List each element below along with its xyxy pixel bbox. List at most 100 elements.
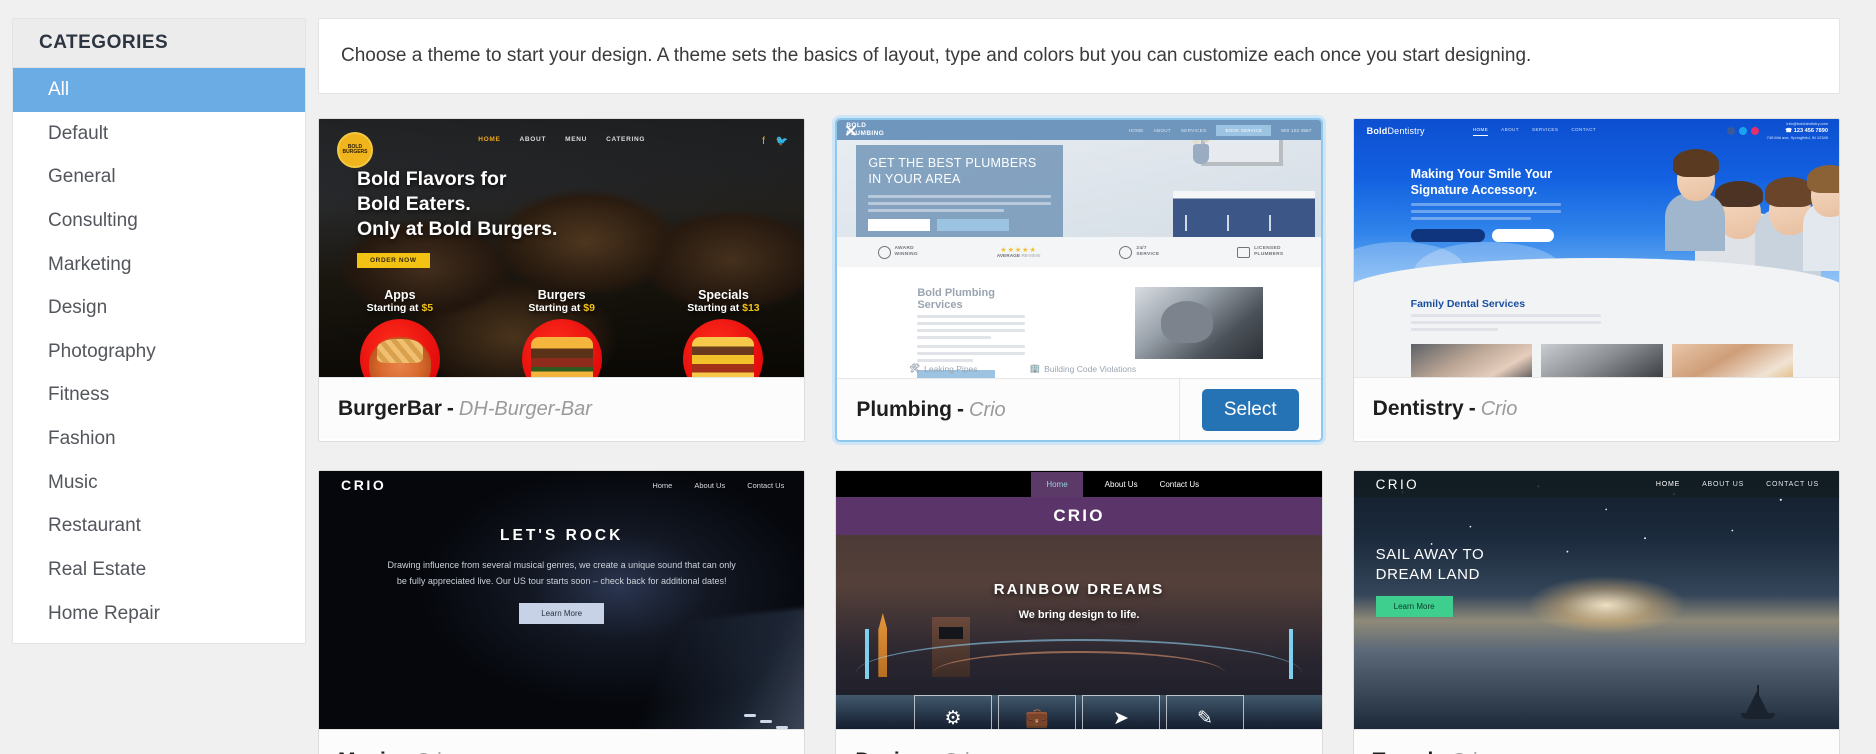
theme-separator: - (1468, 396, 1476, 420)
theme-separator: - (446, 396, 454, 420)
theme-card-travel[interactable]: CRIO HOME ABOUT US CONTACT US SAIL AWAY … (1352, 470, 1840, 754)
book-service-button: BOOK SERVICE (1216, 124, 1272, 136)
sidebar-item-music[interactable]: Music (13, 461, 305, 505)
bridge-pylon-left (865, 629, 870, 679)
theme-gallery: Choose a theme to start your design. A t… (318, 0, 1876, 754)
preview-nav-items: HOME ABOUT MENU CATERING (478, 136, 645, 143)
menu-column-specials: Specials Starting at $13 (643, 288, 805, 377)
select-button[interactable]: Select (1201, 388, 1299, 431)
boy-hair (1673, 149, 1719, 177)
design-nav-items: Home About Us Contact Us (1031, 471, 1199, 497)
nav-services: SERVICES (1531, 126, 1559, 132)
theme-label: Design - Crio (855, 749, 979, 754)
theme-card-dentistry[interactable]: BoldDentistry HOME ABOUT SERVICES CONTAC… (1352, 118, 1840, 442)
nav-about: ABOUT (519, 135, 547, 143)
specials-price: Starting at $13 (643, 302, 805, 314)
review-block: ★★★★★ AVERAGE REVIEW (997, 246, 1041, 259)
music-body: Drawing influence from several musical g… (319, 558, 804, 590)
theme-card-design[interactable]: Home About Us Contact Us CRIO RAINBOW DR… (835, 470, 1323, 754)
family-services-block: Family Dental Services (1410, 298, 1601, 331)
menu-column-apps: Apps Starting at $5 (319, 288, 481, 377)
contact-email: info@bolddentistry.com (1786, 120, 1828, 126)
facebook-icon (1726, 127, 1735, 135)
burgers-photo (521, 319, 602, 377)
design-headline: RAINBOW DREAMS (993, 581, 1165, 598)
instruction-banner: Choose a theme to start your design. A t… (318, 18, 1840, 94)
travel-headline: SAIL AWAY TO DREAM LAND (1376, 545, 1485, 584)
sidebar-item-restaurant[interactable]: Restaurant (13, 504, 305, 548)
dentistry-headline-block: Making Your Smile Your Signature Accesso… (1410, 166, 1561, 242)
plumbing-trust-badges: AWARD WINNING ★★★★★ AVERAGE REVIEW 24/7 … (837, 237, 1321, 267)
instagram-icon (1750, 127, 1759, 135)
categories-panel: CATEGORIES All Default General Consultin… (12, 18, 306, 645)
theme-separator: - (957, 397, 964, 421)
sidebar-item-marketing[interactable]: Marketing (13, 243, 305, 287)
nav-about-us: About Us (694, 480, 726, 490)
father-hair (1715, 181, 1763, 207)
burgers-price: Starting at $9 (481, 302, 643, 314)
crio-logo: CRIO (1053, 506, 1105, 525)
headline-line-1: GET THE BEST PLUMBERS (868, 156, 1037, 170)
feature-building-code-label: Building Code Violations (1044, 363, 1137, 374)
apps-photo (359, 319, 440, 377)
specials-photo (683, 319, 764, 377)
theme-card-music[interactable]: CRIO Home About Us Contact Us LET'S ROCK… (318, 470, 806, 754)
nav-home: HOME (1655, 480, 1681, 488)
theme-card-burgerbar[interactable]: BOLD BURGERS HOME ABOUT MENU CATERING f 🐦 (318, 118, 806, 442)
special-burger-image (692, 336, 755, 377)
headline-line-1: SAIL AWAY TO (1375, 546, 1485, 563)
hero-buttons (868, 218, 1051, 231)
sidebar-item-all[interactable]: All (13, 68, 305, 112)
vase-decor (1187, 128, 1214, 164)
theme-preview-design: Home About Us Contact Us CRIO RAINBOW DR… (836, 471, 1322, 729)
star-rating-icon: ★★★★★ (1000, 246, 1037, 254)
theme-card-plumbing[interactable]: BOLD PLUMBING HOME ABOUT SERVICES BOOK S… (835, 118, 1323, 442)
music-headline: LET'S ROCK (500, 527, 624, 544)
badge-review-line2: REVIEW (1021, 253, 1041, 259)
badge-service-line1: 24/7 (1136, 245, 1147, 251)
gear-icon: ⚙ (913, 695, 992, 729)
sidebar-item-fashion[interactable]: Fashion (13, 417, 305, 461)
badge-award-line1: AWARD (894, 245, 914, 251)
sidebar-item-design[interactable]: Design (13, 286, 305, 330)
boat-hull (1741, 713, 1775, 719)
sidebar-item-general[interactable]: General (13, 155, 305, 199)
sidebar-item-real-estate[interactable]: Real Estate (13, 548, 305, 592)
plumbing-feature-list: 🛠 Leaking Pipes 🏢 Building Code Violations (837, 363, 1320, 374)
theme-card-footer: Plumbing - Crio Select (837, 378, 1321, 440)
crio-logo: CRIO (1375, 476, 1420, 492)
service-tile-1 (1410, 344, 1533, 377)
briefcase-icon: 💼 (997, 695, 1076, 729)
theme-source: Crio (1450, 750, 1487, 754)
dentistry-social-icons (1726, 127, 1759, 135)
sidebar-item-photography[interactable]: Photography (13, 330, 305, 374)
boat-sail-right (1759, 695, 1768, 713)
sidebar-item-home-repair[interactable]: Home Repair (13, 592, 305, 636)
theme-name: BurgerBar (338, 396, 442, 420)
music-learn-more-button: Learn More (519, 602, 605, 624)
theme-label: Plumbing - Crio (856, 398, 1005, 422)
badge-award-line2: WINNING (894, 252, 918, 257)
dentistry-service-tiles (1410, 344, 1794, 377)
theme-name: Plumbing (856, 397, 952, 421)
nav-home: Home (1031, 471, 1083, 497)
nav-about-us: About Us (1104, 479, 1138, 489)
headline-line-2: Signature Accessory. (1410, 183, 1538, 198)
theme-preview-travel: CRIO HOME ABOUT US CONTACT US SAIL AWAY … (1353, 471, 1839, 729)
sidebar-item-default[interactable]: Default (13, 112, 305, 156)
theme-preview-burgerbar: BOLD BURGERS HOME ABOUT MENU CATERING f 🐦 (319, 119, 805, 377)
sidebar-item-consulting[interactable]: Consulting (13, 199, 305, 243)
apps-price-prefix: Starting at (366, 302, 419, 314)
badge-award-text: AWARD WINNING (895, 246, 918, 258)
sidebar-item-fitness[interactable]: Fitness (13, 373, 305, 417)
hero-book-button (937, 218, 1010, 231)
logo-light: Dentistry (1387, 126, 1425, 136)
theme-name: Dentistry (1372, 396, 1464, 420)
clock-icon (1119, 245, 1133, 259)
nav-services: SERVICES (1180, 127, 1207, 133)
theme-card-footer: Music - Crio (319, 729, 805, 754)
headline-body-placeholder (1410, 202, 1561, 220)
boat-mast (1757, 685, 1759, 715)
theme-separator: - (1438, 749, 1445, 754)
onion-rings-image (368, 336, 431, 377)
